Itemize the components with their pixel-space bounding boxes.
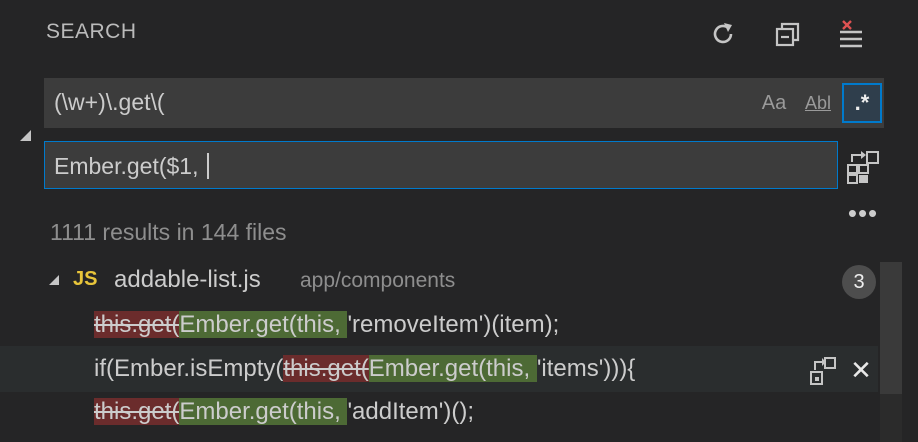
match-deleted-text: this.get(: [94, 398, 180, 425]
clear-results-icon: [840, 20, 862, 48]
match-line[interactable]: if(Ember.isEmpty(this.get(Ember.get(this…: [94, 355, 635, 385]
panel-title: SEARCH: [46, 20, 137, 43]
match-deleted-text: this.get(: [283, 355, 369, 382]
whole-word-toggle[interactable]: Abl: [800, 86, 836, 120]
collapse-all-icon: [775, 22, 800, 47]
replace-all-button[interactable]: [846, 150, 880, 184]
match-after: 'removeItem')(item);: [347, 311, 560, 338]
match-after: 'addItem')();: [347, 398, 474, 425]
match-inserted-text: Ember.get(this,: [368, 355, 537, 382]
results-summary: 1111 results in 144 files: [50, 219, 287, 245]
match-inserted-text: Ember.get(this,: [179, 311, 348, 338]
replace-match-button[interactable]: [809, 356, 837, 386]
match-before: if(Ember.isEmpty(: [94, 355, 284, 382]
more-options-icon[interactable]: •••: [846, 198, 880, 228]
scrollbar-thumb[interactable]: [880, 262, 902, 394]
match-deleted-text: this.get(: [94, 311, 180, 338]
refresh-button[interactable]: [705, 14, 741, 54]
search-query: (\w+)\.get\(: [54, 89, 165, 115]
expand-chevron-icon[interactable]: [49, 275, 59, 285]
collapse-all-button[interactable]: [770, 14, 806, 54]
replace-toggle-chevron-icon[interactable]: [20, 130, 31, 141]
clear-results-button[interactable]: [833, 14, 869, 54]
match-inserted-text: Ember.get(this,: [179, 398, 348, 425]
replace-query: Ember.get($1,: [54, 153, 205, 179]
replace-input[interactable]: Ember.get($1,: [44, 141, 838, 189]
regex-toggle[interactable]: .*: [842, 83, 882, 123]
file-path: app/components: [300, 269, 456, 292]
match-line[interactable]: this.get(Ember.get(this, 'addItem')();: [94, 398, 474, 428]
dismiss-match-close-icon[interactable]: ✕: [848, 355, 874, 385]
file-name[interactable]: addable-list.js: [114, 266, 261, 294]
match-after: 'items'))){: [536, 355, 636, 382]
replace-icon: [810, 357, 836, 385]
match-count-badge: 3: [842, 265, 876, 299]
replace-all-icon: [847, 151, 879, 184]
refresh-icon: [713, 23, 733, 44]
text-caret: [206, 153, 209, 179]
match-line[interactable]: this.get(Ember.get(this, 'removeItem')(i…: [94, 311, 559, 341]
match-case-toggle[interactable]: Aa: [756, 86, 792, 120]
search-input[interactable]: (\w+)\.get\( Aa Abl .*: [44, 78, 884, 128]
javascript-file-icon: JS: [73, 268, 98, 290]
